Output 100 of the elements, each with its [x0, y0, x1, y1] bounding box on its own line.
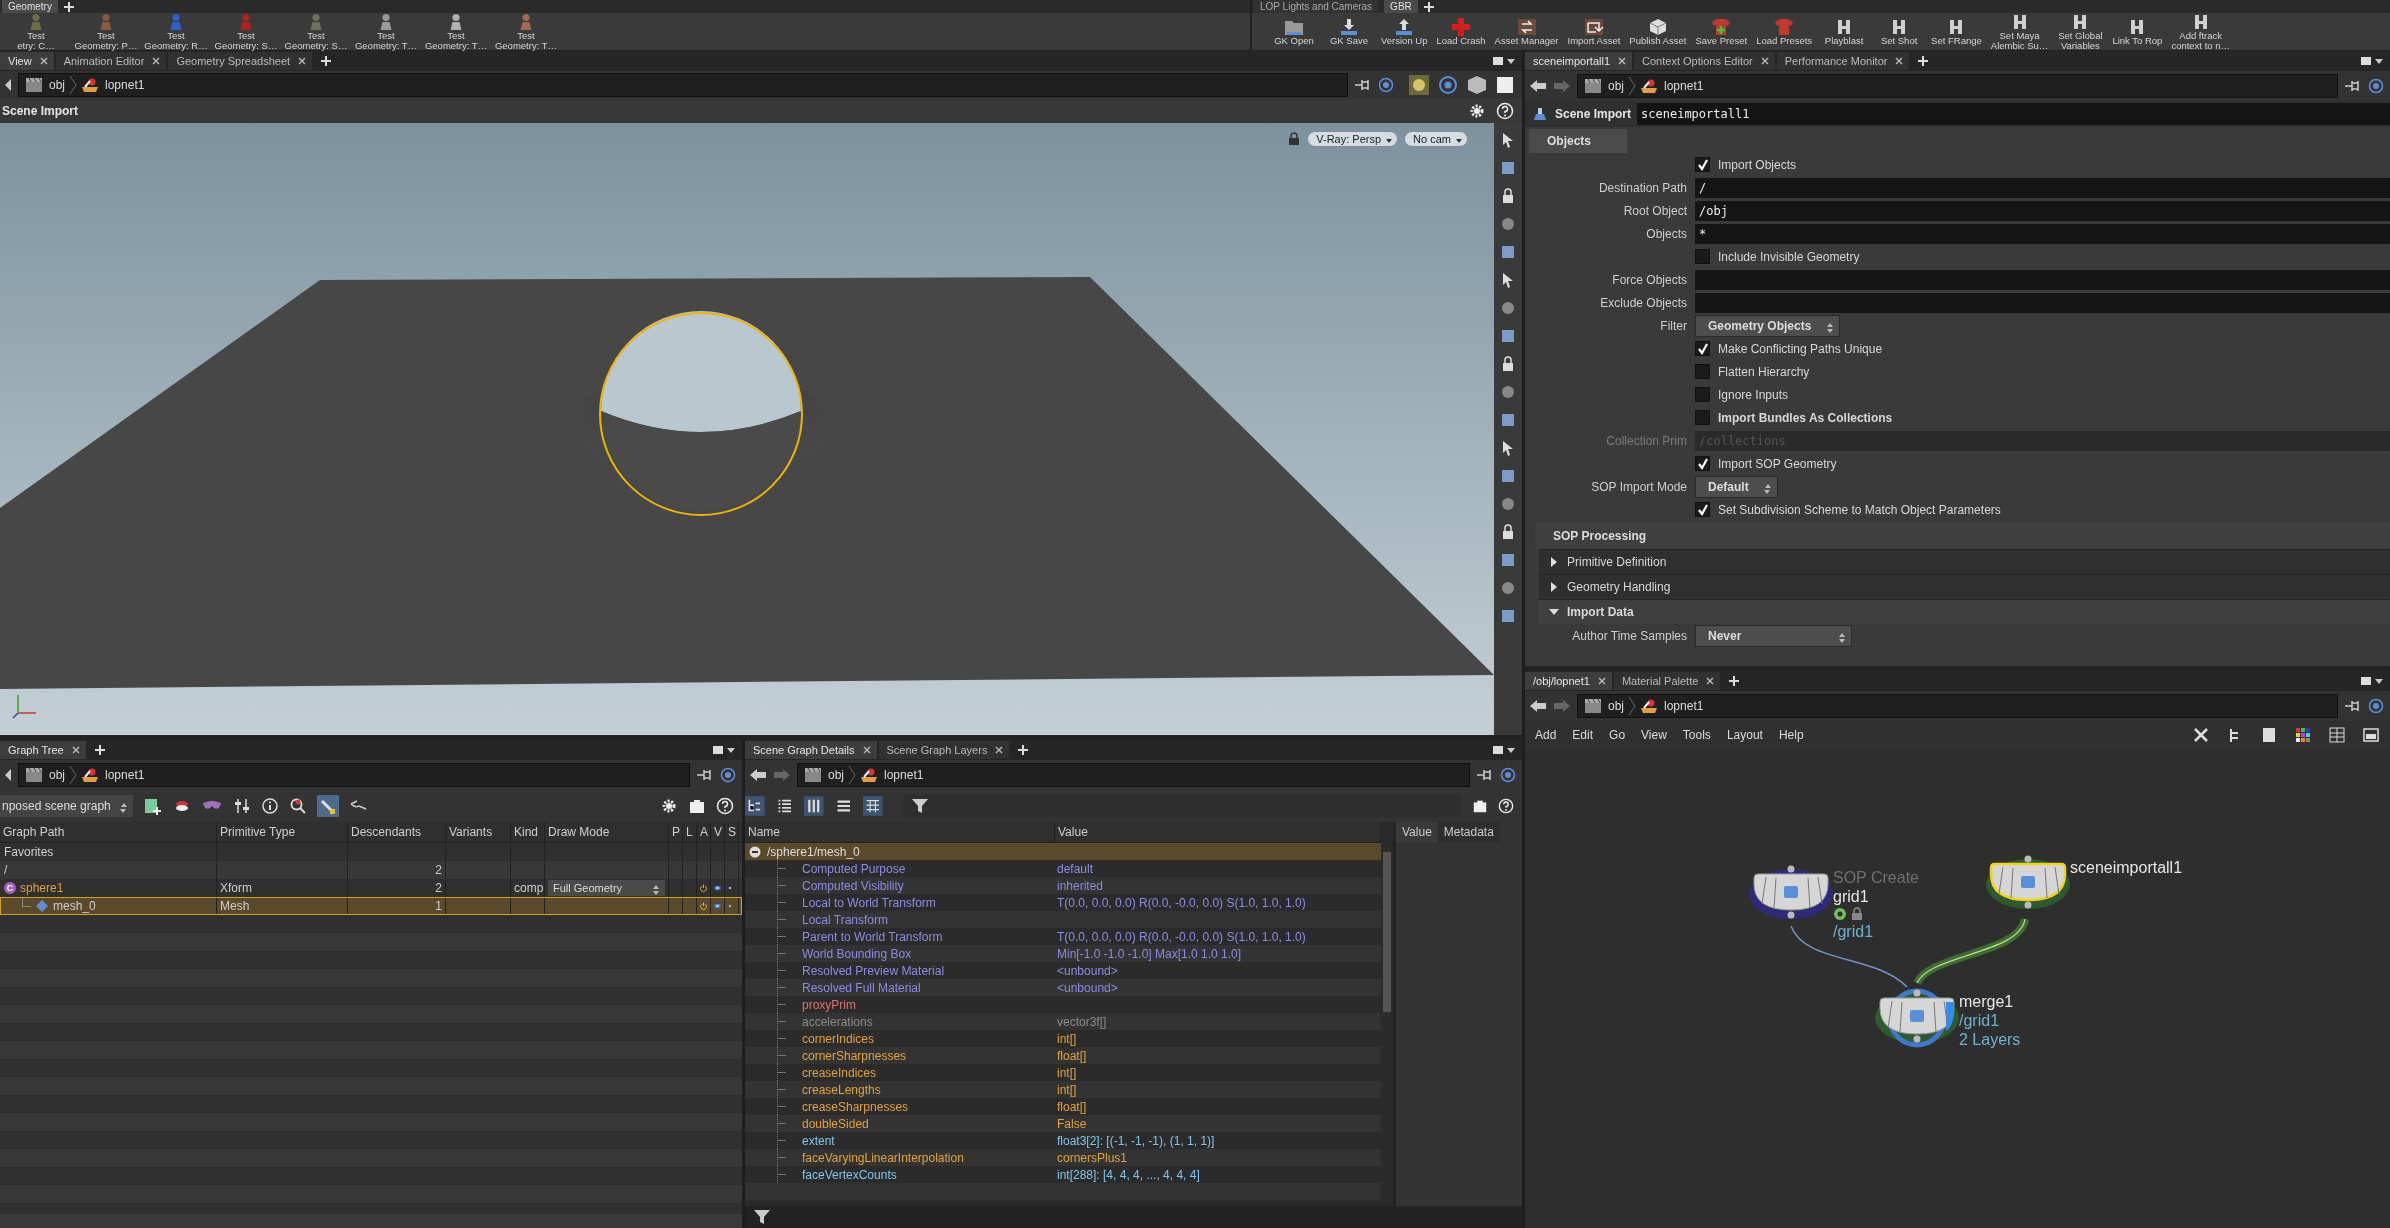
shelf-tool[interactable]: Test Geometry: T… [492, 13, 560, 51]
column-header[interactable]: Graph Path [0, 822, 217, 842]
view-menu[interactable]: nposed scene graph [0, 795, 133, 817]
sliders-icon[interactable] [232, 797, 251, 815]
close-icon[interactable] [862, 746, 871, 754]
collapsible-folder[interactable]: Import Data [1539, 599, 2390, 624]
plus-icon[interactable] [320, 55, 333, 67]
checkbox[interactable] [1695, 502, 1710, 517]
viewport-scene-drawing[interactable] [0, 123, 1494, 735]
checkbox[interactable] [1695, 157, 1710, 172]
path-field[interactable]: obj lopnet1 [18, 763, 690, 787]
dropdown-menu[interactable]: Default [1695, 475, 1778, 498]
text-field[interactable] [1695, 269, 2390, 290]
checkbox[interactable] [1695, 341, 1710, 356]
plus-icon[interactable] [93, 744, 106, 756]
path-segment[interactable]: obj [25, 77, 65, 93]
column-header[interactable]: S [725, 822, 739, 842]
path-segment[interactable]: obj [25, 767, 65, 783]
back-arrow-icon[interactable] [1529, 79, 1547, 93]
dot-icon[interactable] [728, 886, 732, 890]
add-prim-icon[interactable] [142, 797, 163, 815]
panel-tab[interactable]: Value [1396, 822, 1438, 842]
menu-item[interactable]: View [1641, 728, 1667, 742]
maximize-icon[interactable] [2360, 676, 2372, 686]
pin-icon[interactable] [1476, 768, 1494, 782]
pin-icon[interactable] [1354, 78, 1372, 92]
maximize-icon[interactable] [1492, 745, 1504, 755]
table-row[interactable]: mesh_0 Mesh 1 [0, 897, 742, 915]
column-header[interactable]: Name [745, 822, 1055, 842]
close-icon[interactable] [152, 57, 161, 65]
dropdown-menu[interactable]: Never [1695, 624, 1853, 647]
text-field[interactable]: / [1695, 177, 2390, 198]
shelf-tool[interactable]: Set Maya Alembic Su… [1987, 13, 2052, 51]
checkbox[interactable] [1695, 456, 1710, 471]
back-arrow-icon[interactable] [1529, 699, 1547, 713]
lock-icon[interactable] [1287, 132, 1302, 146]
shelf-tool[interactable]: Import Asset [1564, 18, 1624, 46]
pane-tab[interactable]: Scene Graph Details [745, 741, 877, 759]
path-segment[interactable]: lopnet1 [81, 77, 145, 93]
bypass-icon[interactable] [1833, 907, 1847, 921]
shelf-tool[interactable]: GK Open [1268, 18, 1320, 46]
path-segment[interactable]: lopnet1 [81, 767, 145, 783]
target-icon[interactable] [1438, 75, 1458, 95]
circle-icon[interactable] [1499, 579, 1517, 597]
clipboard-icon[interactable] [688, 797, 706, 815]
settings-icon[interactable] [1468, 102, 1486, 120]
pin-icon[interactable] [2344, 699, 2362, 713]
table-row[interactable]: Favorites [0, 843, 742, 861]
menu-item[interactable]: Layout [1726, 728, 1763, 742]
pin-icon[interactable] [2344, 79, 2362, 93]
shelf-tool[interactable]: Test Geometry: S… [212, 13, 280, 51]
shelf-tool[interactable]: Publish Asset [1626, 18, 1690, 46]
close-icon[interactable] [1895, 57, 1904, 65]
path-segment[interactable]: lopnet1 [1640, 698, 1704, 714]
camera-menu[interactable]: V-Ray: Persp [1307, 131, 1399, 147]
path-segment[interactable]: obj [1584, 78, 1624, 94]
back-arrow-icon[interactable] [749, 768, 767, 782]
path-field[interactable]: obj lopnet1 [18, 73, 1348, 97]
menu-item[interactable]: Go [1609, 728, 1626, 742]
info-icon[interactable] [260, 797, 279, 815]
filter-field[interactable] [902, 795, 1462, 817]
checkbox[interactable] [1695, 249, 1710, 264]
help-icon[interactable] [1498, 797, 1514, 815]
grid-icon[interactable] [863, 795, 883, 817]
path-field[interactable]: obj lopnet1 [797, 763, 1470, 787]
close-icon[interactable] [39, 57, 48, 65]
text-field[interactable] [1695, 292, 2390, 313]
shelf-tool[interactable]: Playblast [1818, 18, 1871, 46]
camera-menu[interactable]: No cam [1404, 131, 1468, 147]
shelf-tool[interactable]: Test Geometry: R… [142, 13, 210, 51]
settings-icon[interactable] [660, 797, 678, 815]
checkbox[interactable] [1695, 387, 1710, 402]
column-header[interactable]: L [683, 822, 697, 842]
chain-icon[interactable] [316, 795, 339, 817]
square-icon[interactable] [1496, 76, 1514, 94]
pane-tab[interactable]: Performance Monitor [1776, 52, 1910, 70]
shelf-tool[interactable]: GK Save [1323, 18, 1375, 46]
text-field[interactable]: * [1695, 223, 2390, 244]
back-arrow-icon[interactable] [4, 78, 12, 92]
shelf-tool[interactable]: Load Crash [1433, 18, 1489, 46]
menu-item[interactable]: Add [1535, 728, 1557, 742]
close-icon[interactable] [995, 746, 1004, 754]
column-header[interactable]: P [669, 822, 683, 842]
pane-tab[interactable]: Context Options Editor [1634, 52, 1775, 70]
caret-icon[interactable] [726, 745, 736, 755]
group-row[interactable]: /sphere1/mesh_0 [745, 843, 1381, 860]
circle-icon[interactable] [1499, 215, 1517, 233]
shelf-tool[interactable]: Asset Manager [1491, 18, 1562, 46]
pane-tab[interactable]: Animation Editor [55, 52, 167, 70]
shelf-tool[interactable]: Version Up [1378, 18, 1431, 46]
window-icon[interactable] [2362, 726, 2380, 744]
menu-item[interactable]: Tools [1682, 728, 1711, 742]
checkbox[interactable] [1695, 364, 1710, 379]
pane-tab[interactable]: /obj/lopnet1 [1525, 672, 1612, 690]
hierarchy-icon[interactable] [745, 795, 765, 817]
lock-icon[interactable] [1851, 907, 1863, 921]
camera-icon[interactable] [1408, 74, 1430, 96]
close-icon[interactable] [1618, 57, 1627, 65]
shelf-tool[interactable]: Save Preset [1692, 18, 1751, 46]
menu-item[interactable]: Help [1778, 728, 1804, 742]
